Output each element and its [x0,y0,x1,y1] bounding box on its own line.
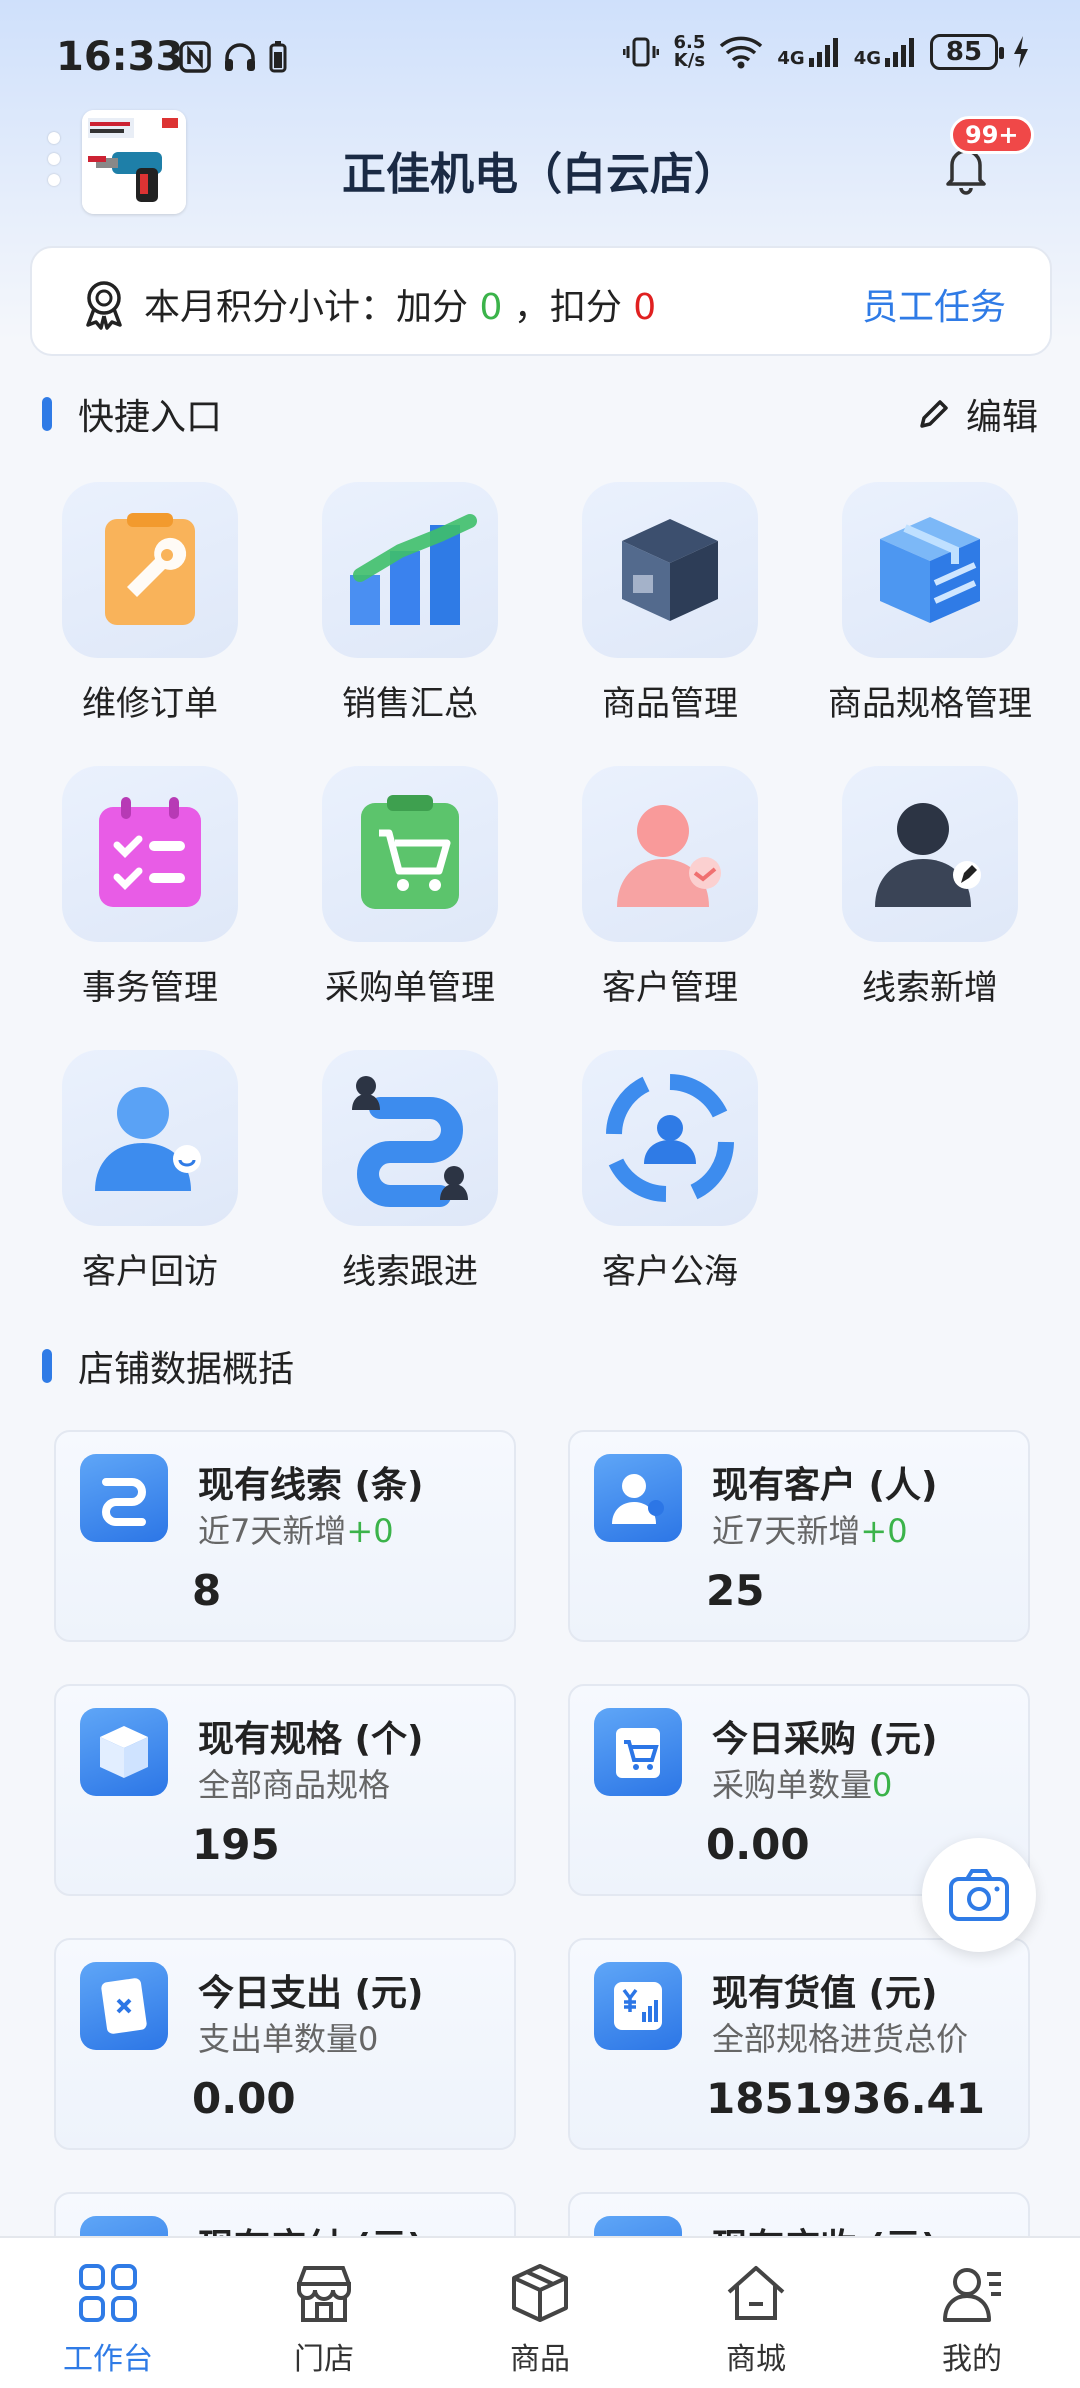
bottom-navigation: 工作台 门店 商品 商城 我的 [0,2236,1080,2388]
employee-tasks-link[interactable]: 员工任务 [862,278,1006,330]
quick-entry-header: 快捷入口 [42,388,222,440]
quick-item-purchase-order-management[interactable]: 采购单管理 [280,762,540,1022]
status-left-icons [178,40,288,74]
data-card-value: 8 [192,1566,222,1615]
store-data-header: 店铺数据概括 [42,1340,294,1392]
data-card-value: 0.00 [192,2074,296,2123]
nav-workbench[interactable]: 工作台 [0,2238,216,2388]
nav-mall[interactable]: 商城 [648,2238,864,2388]
data-card-specs[interactable]: 现有规格 (个) 全部商品规格 195 [54,1684,516,1896]
quick-item-sales-summary[interactable]: 销售汇总 [280,478,540,738]
wrench-clipboard-icon [62,482,238,658]
charging-icon [1014,36,1028,68]
cart-clipboard-icon [322,766,498,942]
customer-handshake-icon [582,766,758,942]
box-icon [582,482,758,658]
quick-item-customer-management[interactable]: 客户管理 [540,762,800,1022]
person-chat-icon [594,1454,682,1542]
quick-item-repair-order[interactable]: 维修订单 [20,478,280,738]
data-card-value: 25 [706,1566,765,1615]
quick-item-product-spec-management[interactable]: 商品规格管理 [800,478,1060,738]
camera-icon [949,1869,1009,1921]
status-bar: 16:33 6.5 K/s 4G 4G 85 [0,0,1080,118]
net-speed: 6.5 K/s [673,32,706,71]
signal-bars-icon [885,38,914,67]
headphone-battery-icon [269,41,287,73]
wifi-icon [720,36,763,69]
points-deduct-value: 0 [633,287,657,328]
package-spec-icon [80,1708,168,1796]
status-right-icons: 6.5 K/s 4G 4G 85 [623,34,1030,70]
headphones-icon [225,43,255,71]
data-card-today-expense[interactable]: 今日支出 (元) 支出单数量0 0.00 [54,1938,516,2150]
data-card-value: 195 [192,1820,280,1869]
notification-badge: 99+ [950,116,1034,154]
camera-button[interactable] [922,1838,1036,1952]
monthly-points-card: 本月积分小计：加分 0 ，扣分 0 员工任务 [30,246,1052,356]
store-data-title: 店铺数据概括 [78,1349,295,1390]
battery-indicator: 85 [930,34,1004,70]
edit-button[interactable]: 编辑 [916,388,1038,440]
path-follow-icon [322,1050,498,1226]
data-card-customers[interactable]: 现有客户 (人) 近7天新增+0 25 [568,1430,1030,1642]
app-header: 正佳机电（白云店） 99+ [0,110,1080,230]
points-summary: 本月积分小计：加分 0 ，扣分 0 [144,287,657,328]
points-add-value: 0 [479,287,503,328]
data-card-leads[interactable]: 现有线索 (条) 近7天新增+0 8 [54,1430,516,1642]
quick-item-customer-revisit[interactable]: 客户回访 [20,1046,280,1306]
quick-item-customer-pool[interactable]: 客户公海 [540,1046,800,1306]
package-spec-icon [842,482,1018,658]
nav-mine[interactable]: 我的 [864,2238,1080,2388]
nav-products[interactable]: 商品 [432,2238,648,2388]
storefront-icon [297,2266,351,2322]
profile-icon [943,2268,1001,2322]
quick-entry-title: 快捷入口 [78,397,223,438]
section-accent-bar [42,1349,52,1383]
store-title: 正佳机电（白云店） [342,149,738,200]
data-card-value: 0.00 [706,1820,810,1869]
home-icon [727,2266,785,2320]
yuan-chart-icon [594,1962,682,2050]
quick-item-product-management[interactable]: 商品管理 [540,478,800,738]
signal-bars-icon [808,38,838,67]
person-chat-icon [62,1050,238,1226]
quick-item-lead-follow-up[interactable]: 线索跟进 [280,1046,540,1306]
data-card-inventory-value[interactable]: 现有货值 (元) 全部规格进货总价 1851936.41 [568,1938,1030,2150]
pencil-icon [920,400,948,428]
box-icon [512,2264,568,2322]
data-card-value: 1851936.41 [706,2074,985,2123]
person-pen-icon [842,766,1018,942]
quick-item-affairs-management[interactable]: 事务管理 [20,762,280,1022]
quick-item-lead-add[interactable]: 线索新增 [800,762,1060,1022]
cycle-people-icon [582,1050,758,1226]
cell-signal-1: 4G [777,36,839,68]
vibrate-icon [623,37,660,67]
cart-clipboard-icon [594,1708,682,1796]
receipt-icon [80,1962,168,2050]
cell-signal-2: 4G [854,36,916,68]
bar-chart-icon [322,482,498,658]
calendar-checklist-icon [62,766,238,942]
nav-store[interactable]: 门店 [216,2238,432,2388]
section-accent-bar [42,397,52,431]
award-medal-icon [86,281,122,330]
status-time: 16:33 [56,34,184,80]
grid-icon [79,2264,137,2322]
nfc-icon [179,41,211,73]
path-follow-icon [80,1454,168,1542]
